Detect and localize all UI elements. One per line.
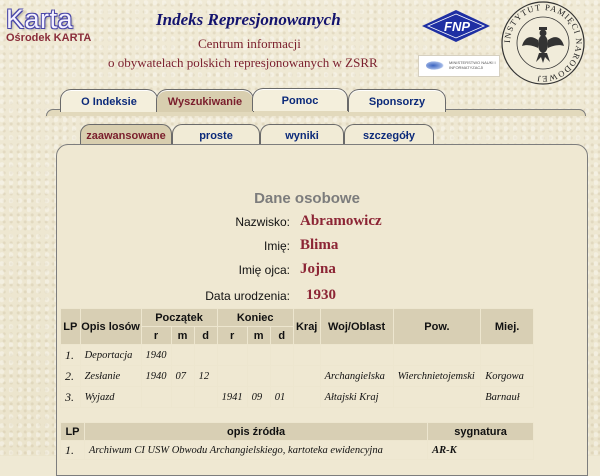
col-miej: Miej. xyxy=(480,308,534,345)
row-start-m xyxy=(170,386,195,408)
row-sygnatura: AR-K xyxy=(427,440,534,460)
row-opis: Wyjazd xyxy=(79,386,142,408)
row-lp: 1. xyxy=(60,344,81,366)
row-kraj xyxy=(292,344,321,366)
tab-wyszukiwanie[interactable]: Wyszukiwanie xyxy=(156,89,254,112)
row-miej: Korgowa xyxy=(480,365,534,387)
events-table: LP Opis losów Początek Koniec Kraj Woj/O… xyxy=(60,308,534,408)
col-start-r: r xyxy=(140,326,172,345)
row-pow: Wierchnietojemski xyxy=(392,365,482,387)
row-end-d: 01 xyxy=(269,386,294,408)
col-start-d: d xyxy=(193,326,218,345)
logo-subtitle: Ośrodek KARTA xyxy=(6,32,92,44)
row-pow xyxy=(392,344,482,366)
table-row: 2. Zesłanie 1940 07 12 Archangielska Wie… xyxy=(60,365,534,387)
tab-pomoc[interactable]: Pomoc xyxy=(252,88,348,111)
col-end-r: r xyxy=(216,326,248,345)
row-end-r: 1941 xyxy=(216,386,248,408)
subtab-zaawansowane[interactable]: zaawansowane xyxy=(80,124,172,145)
row-start-m: 07 xyxy=(170,365,195,387)
row-woj: Ałtajski Kraj xyxy=(319,386,394,408)
site-subtitle-2: o obywatelach polskich represjonowanych … xyxy=(108,55,378,70)
row-end-r xyxy=(216,344,248,366)
site-title: Indeks Represjonowanych xyxy=(156,10,341,29)
surname-value: Abramowicz xyxy=(300,213,382,229)
row-pow xyxy=(392,386,482,408)
row-start-d: 12 xyxy=(193,365,218,387)
table-row: 3. Wyjazd 1941 09 01 Ałtajski Kraj Barna… xyxy=(60,386,534,408)
row-start-r: 1940 xyxy=(140,344,172,366)
row-opis: Deportacja xyxy=(79,344,142,366)
row-start-d xyxy=(193,344,218,366)
row-end-m xyxy=(246,365,271,387)
table-row: 1. Archiwum CI USW Obwodu Archangielskie… xyxy=(60,440,534,460)
name-label: Imię: xyxy=(263,239,290,253)
row-start-r xyxy=(140,386,172,408)
row-end-r xyxy=(216,365,248,387)
col-koniec: Koniec xyxy=(216,308,294,327)
col-opis-zrodla: opis źródła xyxy=(83,422,429,441)
row-end-m: 09 xyxy=(246,386,271,408)
row-woj: Archangielska xyxy=(319,365,394,387)
row-lp: 3. xyxy=(60,386,81,408)
row-opis: Zesłanie xyxy=(79,365,142,387)
section-title: Dane osobowe xyxy=(254,190,360,207)
col-pow: Pow. xyxy=(392,308,482,345)
birth-date-value: 1930 xyxy=(306,287,336,303)
subtab-wyniki[interactable]: wyniki xyxy=(260,124,344,145)
row-miej xyxy=(480,344,534,366)
row-end-m xyxy=(246,344,271,366)
birth-date-label: Data urodzenia: xyxy=(205,289,290,303)
ministry-logo-text: MINISTERSTWO NAUKI I INFORMATYZACJI xyxy=(449,60,496,70)
col-lp: LP xyxy=(60,308,81,345)
col-start-m: m xyxy=(170,326,195,345)
col-end-d: d xyxy=(269,326,294,345)
fnp-logo-text: FNP xyxy=(444,19,470,34)
col-poczatek: Początek xyxy=(140,308,218,327)
row-end-d xyxy=(269,344,294,366)
row-kraj xyxy=(292,365,321,387)
row-opis-zrodla: Archiwum CI USW Obwodu Archangielskiego,… xyxy=(83,440,429,460)
col-lp: LP xyxy=(60,422,85,441)
father-name-label: Imię ojca: xyxy=(238,263,290,277)
col-end-m: m xyxy=(246,326,271,345)
table-row: 1. Deportacja 1940 xyxy=(60,344,534,366)
row-lp: 1. xyxy=(60,440,85,460)
row-miej: Barnauł xyxy=(480,386,534,408)
row-lp: 2. xyxy=(60,365,81,387)
site-subtitle-1: Centrum informacji xyxy=(198,36,301,51)
name-value: Blima xyxy=(300,237,339,253)
logo-name: Karta xyxy=(6,4,74,34)
subtab-proste[interactable]: proste xyxy=(172,124,260,145)
row-start-d xyxy=(193,386,218,408)
row-start-m xyxy=(170,344,195,366)
ipn-seal[interactable]: INSTYTUT PAMIĘCI NARODOWEJ xyxy=(500,0,586,86)
surname-label: Nazwisko: xyxy=(235,215,290,229)
row-kraj xyxy=(292,386,321,408)
sources-table: LP opis źródła sygnatura 1. Archiwum CI … xyxy=(60,422,534,460)
karta-logo[interactable]: Karta Ośrodek KARTA xyxy=(6,4,91,44)
ministry-logo[interactable]: MINISTERSTWO NAUKI I INFORMATYZACJI xyxy=(418,55,500,77)
col-woj: Woj/Oblast xyxy=(319,308,394,345)
col-opis-losow: Opis losów xyxy=(79,308,142,345)
col-sygnatura: sygnatura xyxy=(427,422,534,441)
row-start-r: 1940 xyxy=(140,365,172,387)
subtab-szczegoly[interactable]: szczegóły xyxy=(344,124,434,145)
tab-sponsorzy[interactable]: Sponsorzy xyxy=(348,89,446,112)
row-end-d xyxy=(269,365,294,387)
tab-o-indeksie[interactable]: O Indeksie xyxy=(60,89,158,112)
globe-icon xyxy=(426,61,444,70)
fnp-logo[interactable]: FNP xyxy=(420,9,492,43)
col-kraj: Kraj xyxy=(292,308,321,345)
row-woj xyxy=(319,344,394,366)
father-name-value: Jojna xyxy=(300,261,336,277)
